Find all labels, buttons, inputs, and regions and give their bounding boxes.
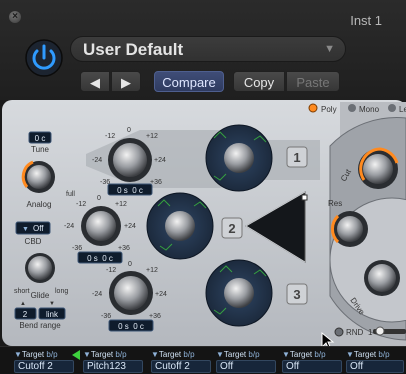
osc1-scale-p24: +24 xyxy=(154,157,166,164)
mod-target-value[interactable]: Pitch123 xyxy=(83,360,143,373)
poly-led[interactable] xyxy=(308,103,318,113)
modulation-target-strip: ▼Target b/p Cutoff 2 ▼Target b/p Pitch12… xyxy=(0,346,406,374)
mod-target-slot[interactable]: ▼Target b/p Off xyxy=(214,350,278,374)
mod-target-slot[interactable]: ▼Target b/p Off xyxy=(280,350,344,374)
mod-target-header: ▼Target b/p xyxy=(83,350,127,359)
osc3-scale-m12: -12 xyxy=(106,267,116,274)
bend-up-arrow: ▲ xyxy=(20,301,26,307)
tune-label: Tune xyxy=(31,145,49,154)
mod-target-value[interactable]: Cutoff 2 xyxy=(151,360,211,373)
mod-target-header: ▼Target b/p xyxy=(14,350,58,359)
osc2-scale-m24: -24 xyxy=(64,223,74,230)
osc3-scale-0: 0 xyxy=(128,261,132,268)
mod-target-slot[interactable]: ▼Target b/p Off xyxy=(344,350,406,374)
paste-button[interactable]: Paste xyxy=(286,71,340,92)
osc2-scale-p36: +36 xyxy=(118,245,130,252)
mono-led[interactable] xyxy=(348,104,356,112)
preset-selector[interactable]: User Default ▼ xyxy=(70,36,346,62)
osc1-scale-0: 0 xyxy=(127,127,131,134)
mod-target-value[interactable]: Off xyxy=(216,360,276,373)
osc2-scale-p12: +12 xyxy=(115,201,127,208)
mix-point-handle[interactable] xyxy=(301,194,308,201)
osc3-scale-p24: +24 xyxy=(155,291,167,298)
osc2-number: 2 xyxy=(228,221,235,236)
osc2-scale-m12: -12 xyxy=(76,201,86,208)
osc2-wave-knob[interactable] xyxy=(165,211,195,241)
legato-led[interactable] xyxy=(388,104,396,112)
osc2-readout: 0 s 0 c xyxy=(87,254,113,263)
synth-panel: Poly Mono Le 0 c Tune Analog full ▼ Off … xyxy=(0,100,406,346)
legato-label: Le xyxy=(399,105,406,114)
rnd-label: RND xyxy=(346,328,364,337)
mod-target-value[interactable]: Off xyxy=(346,360,404,373)
bend-down-value: 2 xyxy=(23,310,28,319)
plugin-header: × Inst 1 User Default ▼ ◀ ▶ Compare Copy… xyxy=(0,0,406,100)
rnd-value: 1 xyxy=(368,328,373,337)
glide-label: Glide xyxy=(31,291,50,300)
poly-label: Poly xyxy=(321,105,337,114)
mod-target-header: ▼Target b/p xyxy=(216,350,260,359)
osc1-pitch-knob[interactable] xyxy=(113,143,147,177)
osc3-scale-p12: +12 xyxy=(146,267,158,274)
osc3-scale-p36: +36 xyxy=(149,313,161,320)
mod-target-header: ▼Target b/p xyxy=(282,350,326,359)
cbd-chevron: ▼ xyxy=(22,226,29,233)
osc3-scale-m24: -24 xyxy=(92,291,102,298)
mod-target-value[interactable]: Off xyxy=(282,360,342,373)
mod-target-header: ▼Target b/p xyxy=(346,350,390,359)
osc1-scale-p12: +12 xyxy=(146,133,158,140)
analog-knob[interactable] xyxy=(27,165,51,189)
osc1-scale-m12: -12 xyxy=(105,133,115,140)
glide-long-label: long xyxy=(55,288,68,295)
osc2-scale-m36: -36 xyxy=(72,245,82,252)
drive-knob[interactable] xyxy=(368,264,396,292)
osc3-number: 3 xyxy=(293,287,300,302)
tune-readout: 0 c xyxy=(35,134,46,143)
cut-knob[interactable] xyxy=(363,154,393,184)
rnd-slider-thumb[interactable] xyxy=(375,326,385,336)
mod-target-slot[interactable]: ▼Target b/p Cutoff 2 xyxy=(149,350,213,374)
synth-panel-graphic: Poly Mono Le 0 c Tune Analog full ▼ Off … xyxy=(2,100,406,346)
next-preset-button[interactable]: ▶ xyxy=(111,71,141,92)
osc3-wave-knob[interactable] xyxy=(224,278,254,308)
bend-range-label: Bend range xyxy=(19,321,61,330)
osc1-scale-m24: -24 xyxy=(92,157,102,164)
analog-label: Analog xyxy=(27,200,52,209)
cbd-value: Off xyxy=(33,224,44,233)
osc2-scale-p24: +24 xyxy=(124,223,136,230)
bend-down-arrow: ▼ xyxy=(49,301,55,307)
osc3-readout: 0 s 0 c xyxy=(118,322,144,331)
close-icon[interactable]: × xyxy=(9,11,21,23)
rnd-button[interactable] xyxy=(334,327,344,337)
osc2-pitch-knob[interactable] xyxy=(86,211,116,241)
analog-full-label: full xyxy=(66,191,75,198)
compare-button[interactable]: Compare xyxy=(154,71,224,92)
res-label: Res xyxy=(328,199,342,208)
chevron-down-icon: ▼ xyxy=(324,43,335,55)
power-icon[interactable] xyxy=(24,38,64,78)
mod-target-slot[interactable]: ▼Target b/p Pitch123 xyxy=(81,350,145,374)
cbd-label: CBD xyxy=(25,237,42,246)
osc1-readout: 0 s 0 c xyxy=(117,186,143,195)
window-title: Inst 1 xyxy=(350,13,382,28)
previous-preset-button[interactable]: ◀ xyxy=(80,71,110,92)
osc1-wave-knob[interactable] xyxy=(224,143,254,173)
osc3-pitch-knob[interactable] xyxy=(114,276,148,310)
mod-target-header: ▼Target b/p xyxy=(151,350,195,359)
res-knob[interactable] xyxy=(337,216,363,242)
osc3-scale-m36: -36 xyxy=(101,313,111,320)
osc1-number: 1 xyxy=(293,150,300,165)
osc2-scale-0: 0 xyxy=(97,195,101,202)
glide-short-label: short xyxy=(14,288,30,295)
copy-button[interactable]: Copy xyxy=(233,71,285,92)
preset-name: User Default xyxy=(83,40,184,59)
mod-target-slot[interactable]: ▼Target b/p Cutoff 2 xyxy=(12,350,76,374)
mod-target-value[interactable]: Cutoff 2 xyxy=(14,360,74,373)
bend-link-value: link xyxy=(46,310,59,319)
glide-knob[interactable] xyxy=(28,256,52,280)
mono-label: Mono xyxy=(359,105,380,114)
